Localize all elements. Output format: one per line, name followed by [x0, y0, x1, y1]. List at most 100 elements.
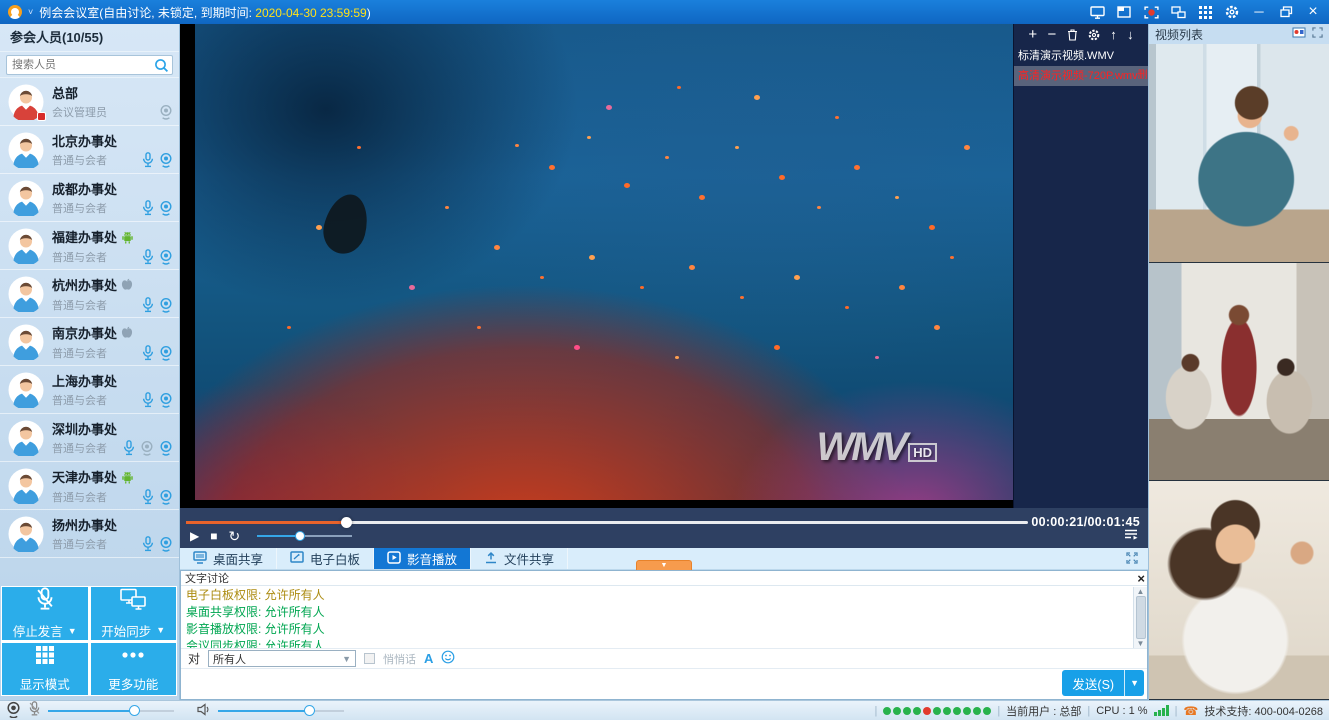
- tab-file-share[interactable]: 文件共享: [471, 548, 568, 569]
- more-functions-button[interactable]: 更多功能: [91, 643, 177, 695]
- scrollbar-thumb[interactable]: [1136, 596, 1146, 639]
- chat-scrollbar[interactable]: ▲ ▼: [1133, 587, 1147, 648]
- participant-role: 普通与会者: [52, 392, 142, 408]
- chat-drawer-handle[interactable]: ▼: [636, 560, 692, 570]
- minimize-icon[interactable]: ─: [1251, 4, 1267, 20]
- trash-icon[interactable]: [1067, 29, 1078, 41]
- tab-desktop-share[interactable]: 桌面共享: [180, 548, 277, 569]
- whisper-checkbox[interactable]: [364, 653, 375, 664]
- camera-icon[interactable]: [159, 345, 173, 361]
- volume-slider[interactable]: [257, 535, 352, 537]
- camera-icon[interactable]: [159, 297, 173, 313]
- camera-icon[interactable]: [159, 249, 173, 265]
- maximize-icon[interactable]: [1278, 4, 1294, 20]
- mic-icon[interactable]: [123, 440, 135, 456]
- participant-row[interactable]: 杭州办事处普通与会者: [0, 270, 179, 318]
- participant-row[interactable]: 南京办事处普通与会者: [0, 318, 179, 366]
- play-icon[interactable]: ▶: [190, 529, 199, 543]
- remove-icon[interactable]: −: [1047, 29, 1056, 41]
- participant-row[interactable]: 福建办事处普通与会者: [0, 222, 179, 270]
- participant-row[interactable]: 北京办事处普通与会者: [0, 126, 179, 174]
- move-down-icon[interactable]: ↓: [1127, 29, 1134, 41]
- record-icon[interactable]: [1143, 4, 1159, 20]
- camera-icon[interactable]: [140, 440, 154, 456]
- participant-video-1[interactable]: [1149, 44, 1329, 263]
- replay-icon[interactable]: ↻: [228, 529, 240, 543]
- camera-icon[interactable]: [159, 489, 173, 505]
- playlist-settings-icon[interactable]: [1088, 29, 1100, 41]
- volume-handle[interactable]: [295, 531, 305, 541]
- speaker-volume-slider[interactable]: [218, 710, 344, 712]
- webcam-icon[interactable]: [6, 701, 21, 720]
- camera-icon[interactable]: [159, 152, 173, 168]
- device-sync-icon[interactable]: [1170, 4, 1186, 20]
- participant-video-2[interactable]: [1149, 263, 1329, 482]
- quality-dot-green: [933, 707, 941, 715]
- seek-bar[interactable]: [186, 521, 1028, 524]
- emoji-icon[interactable]: [441, 650, 455, 667]
- start-sync-button[interactable]: 开始同步▼: [91, 587, 177, 640]
- camera-icon[interactable]: [159, 104, 173, 120]
- mic-volume-handle[interactable]: [129, 705, 140, 716]
- participant-row[interactable]: 天津办事处普通与会者: [0, 462, 179, 510]
- chat-close-icon[interactable]: ×: [1137, 573, 1145, 584]
- move-up-icon[interactable]: ↑: [1110, 29, 1117, 41]
- close-icon[interactable]: ×: [1305, 4, 1321, 20]
- mic-icon[interactable]: [142, 536, 154, 552]
- participant-row[interactable]: 成都办事处普通与会者: [0, 174, 179, 222]
- mic-icon[interactable]: [142, 392, 154, 408]
- display-mode-button[interactable]: 显示模式: [2, 643, 88, 695]
- participant-row[interactable]: 上海办事处普通与会者: [0, 366, 179, 414]
- search-input[interactable]: [7, 56, 172, 74]
- participant-row[interactable]: 总部会议管理员: [0, 78, 179, 126]
- tab-whiteboard[interactable]: 电子白板: [277, 548, 374, 569]
- camera-icon[interactable]: [159, 536, 173, 552]
- search-icon[interactable]: [154, 58, 169, 76]
- avatar: [8, 468, 44, 504]
- avatar: [8, 132, 44, 168]
- chevron-down-icon[interactable]: ˅: [28, 7, 33, 17]
- speaker-volume-handle[interactable]: [304, 705, 315, 716]
- tab-media-play[interactable]: 影音播放: [374, 548, 471, 569]
- stop-icon[interactable]: ■: [210, 529, 217, 543]
- screen-share-icon[interactable]: [1089, 4, 1105, 20]
- video-source-icon[interactable]: [1292, 27, 1306, 41]
- mic-icon[interactable]: [142, 200, 154, 216]
- camera-icon[interactable]: [159, 440, 173, 456]
- playlist-item[interactable]: 高清演示视频-720P.wmv删除: [1014, 66, 1148, 86]
- participant-video-3[interactable]: [1149, 481, 1329, 700]
- mic-volume-slider[interactable]: [48, 710, 174, 712]
- font-style-button[interactable]: A: [424, 651, 433, 666]
- mic-muted-icon[interactable]: [28, 701, 41, 720]
- chat-fullscreen-icon[interactable]: [1126, 552, 1138, 567]
- playlist-delete-link[interactable]: 删除: [1138, 66, 1148, 86]
- send-options-caret-icon[interactable]: ▼: [1125, 670, 1144, 696]
- mic-icon[interactable]: [142, 297, 154, 313]
- playing-video[interactable]: WMVHD: [195, 24, 1013, 500]
- send-button[interactable]: 发送(S) ▼: [1062, 670, 1144, 696]
- window-mode-icon[interactable]: [1116, 4, 1132, 20]
- settings-gear-icon[interactable]: [1224, 4, 1240, 20]
- speaker-icon[interactable]: [197, 703, 211, 719]
- participant-row[interactable]: 深圳办事处普通与会者: [0, 414, 179, 462]
- participant-row[interactable]: 扬州办事处普通与会者: [0, 510, 179, 558]
- scroll-down-icon[interactable]: ▼: [1137, 639, 1145, 648]
- send-label[interactable]: 发送(S): [1062, 670, 1125, 696]
- playlist-toggle-icon[interactable]: [1124, 529, 1138, 543]
- recipient-select[interactable]: 所有人 ▼: [208, 650, 356, 667]
- mic-off-icon: [35, 587, 55, 615]
- scroll-up-icon[interactable]: ▲: [1137, 587, 1145, 596]
- mic-icon[interactable]: [142, 489, 154, 505]
- android-icon: [121, 231, 134, 244]
- playlist-item[interactable]: 标清演示视频.WMV: [1014, 46, 1148, 66]
- camera-icon[interactable]: [159, 200, 173, 216]
- camera-icon[interactable]: [159, 392, 173, 408]
- display-grid-icon[interactable]: [1197, 4, 1213, 20]
- mic-icon[interactable]: [142, 152, 154, 168]
- stop-speaking-button[interactable]: 停止发言▼: [2, 587, 88, 640]
- mic-icon[interactable]: [142, 345, 154, 361]
- add-icon[interactable]: +: [1028, 29, 1037, 41]
- message-input-area[interactable]: 发送(S) ▼: [181, 670, 1147, 699]
- mic-icon[interactable]: [142, 249, 154, 265]
- panel-expand-icon[interactable]: [1312, 27, 1323, 41]
